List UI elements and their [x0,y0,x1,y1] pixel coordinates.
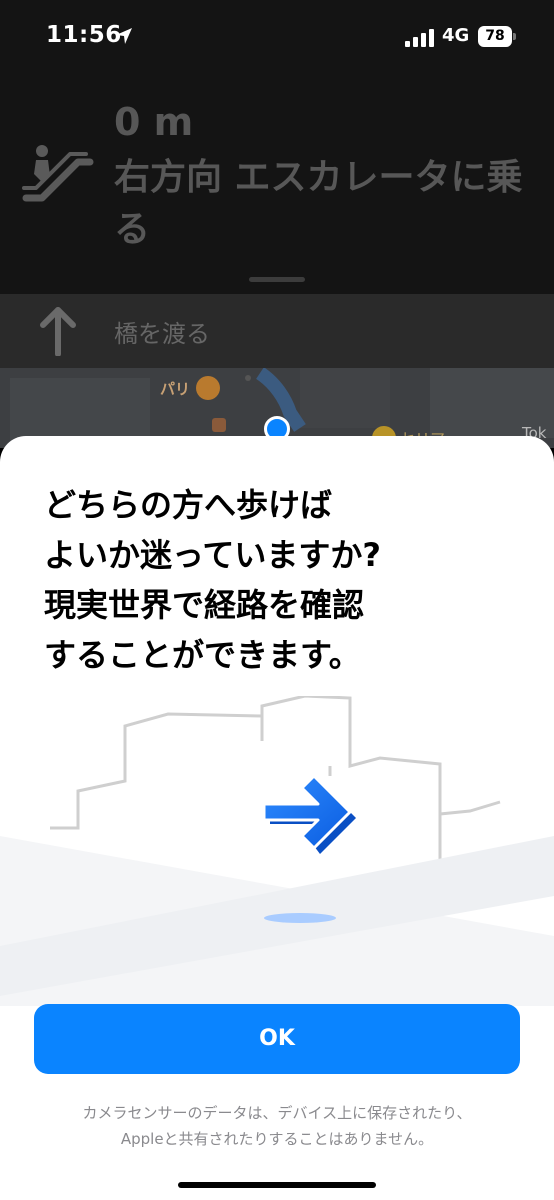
battery-icon: 78 [478,26,516,47]
status-time: 11:56 [46,22,122,48]
poi-bakery[interactable]: パリ [160,376,221,400]
disclaimer-line: Appleと共有されたりすることはありません。 [120,1130,434,1148]
poi-label: パリ [160,379,191,398]
ok-button[interactable]: OK [34,1004,520,1074]
next-step-label: 橋を渡る [114,320,210,348]
sheet-headline: どちらの方へ歩けば よいか迷っていますか? 現実世界で経路を確認 することができ… [44,480,524,680]
entrance-icon [212,418,226,432]
signal-strength-icon [405,29,435,47]
headline-line: どちらの方へ歩けば [44,486,333,524]
escalator-icon [22,145,94,202]
privacy-disclaimer: カメラセンサーのデータは、デバイス上に保存されたり、 Appleと共有されたりす… [40,1100,514,1152]
ar-buildings-arrow-illustration [0,696,554,1006]
headline-line: することができます。 [44,636,361,674]
home-indicator[interactable] [178,1182,376,1188]
ar-walking-prompt-sheet: どちらの方へ歩けば よいか迷っていますか? 現実世界で経路を確認 することができ… [0,436,554,1200]
network-type: 4G [442,25,470,46]
next-step-row[interactable]: 橋を渡る [0,294,554,368]
maneuver-distance: 0 m [114,100,194,144]
coffee-cup-icon [196,376,221,400]
headline-line: よいか迷っていますか? [44,536,381,574]
arrow-up-icon [40,307,76,356]
status-bar: 11:56 4G 78 [0,0,554,72]
navigation-banner[interactable]: 0 m 右方向 エスカレータに乗る [0,72,554,294]
sheet-grabber[interactable] [249,277,305,282]
maneuver-instruction: 右方向 エスカレータに乗る [114,157,523,250]
battery-level: 78 [478,26,512,47]
disclaimer-line: カメラセンサーのデータは、デバイス上に保存されたり、 [82,1104,472,1122]
location-arrow-icon [116,28,132,44]
headline-line: 現実世界で経路を確認 [44,586,365,624]
